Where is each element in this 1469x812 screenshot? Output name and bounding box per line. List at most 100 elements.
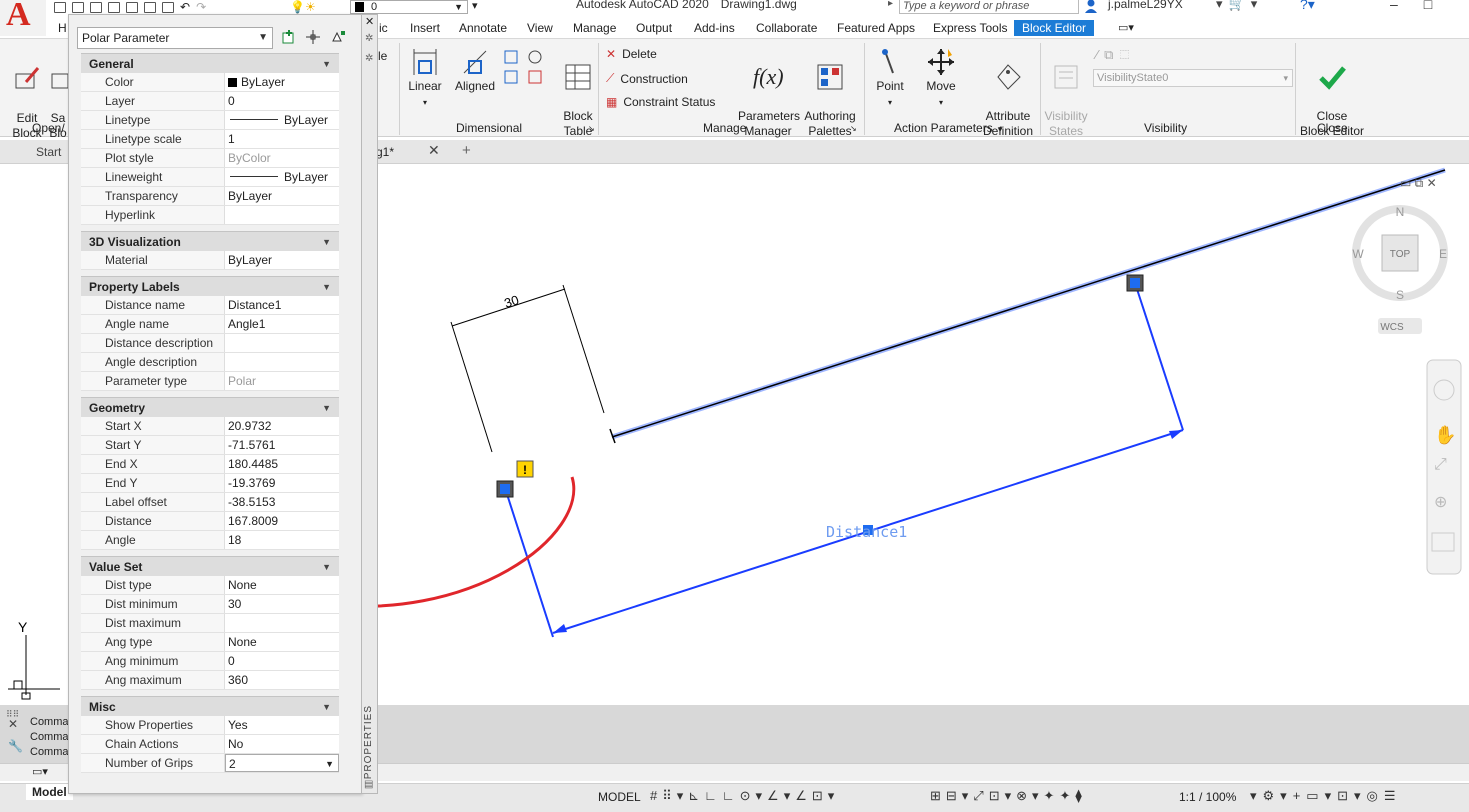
tab-start[interactable]: Start — [36, 145, 61, 159]
collapse-icon[interactable]: ▼ — [322, 232, 331, 252]
visibility-state-dropdown[interactable]: VisibilityState0 ▾ — [1093, 69, 1293, 87]
property-value-dist-type[interactable]: None — [225, 576, 339, 594]
property-row-chain-actions[interactable]: Chain Actions No — [81, 735, 339, 754]
property-value-dist-maximum[interactable] — [225, 614, 339, 632]
new-tab-icon[interactable]: + — [462, 142, 471, 159]
user-account[interactable]: j.palmeL29YX — [1108, 0, 1183, 11]
layer-dropdown[interactable]: 0 ▼ — [350, 0, 468, 14]
tab-express-tools[interactable]: Express Tools — [933, 21, 1007, 35]
property-value-start-y[interactable]: -71.5761 — [225, 436, 339, 454]
move-button[interactable]: Move ▾ — [920, 47, 962, 110]
section-header-geometry[interactable]: Geometry ▼ — [81, 397, 339, 417]
property-row-start-y[interactable]: Start Y -71.5761 — [81, 436, 339, 455]
property-row-ang-type[interactable]: Ang type None — [81, 633, 339, 652]
property-row-end-x[interactable]: End X 180.4485 — [81, 455, 339, 474]
tab-annotate[interactable]: Annotate — [459, 21, 507, 35]
close-command-icon[interactable]: ✕ — [8, 717, 18, 731]
customize-icon[interactable]: 🔧 — [8, 739, 23, 753]
property-value-end-y[interactable]: -19.3769 — [225, 474, 339, 492]
delete-button[interactable]: ✕ Delete — [606, 47, 657, 61]
parameters-manager-button[interactable]: f(x) Parameters Manager — [738, 47, 800, 139]
ribbon-options-icon[interactable]: ▭▾ — [1118, 21, 1134, 34]
section-header-property-labels[interactable]: Property Labels ▼ — [81, 276, 339, 296]
property-value-material[interactable]: ByLayer — [225, 251, 339, 269]
panel-dialog-icon[interactable]: ↘ — [850, 121, 857, 136]
tab-model[interactable]: Model — [26, 784, 73, 800]
search-expand-icon[interactable]: ▸ — [888, 0, 893, 9]
property-value-ang-type[interactable]: None — [225, 633, 339, 651]
select-objects-icon[interactable] — [305, 29, 321, 45]
property-row-ang-minimum[interactable]: Ang minimum 0 — [81, 652, 339, 671]
property-row-distance-name[interactable]: Distance name Distance1 — [81, 296, 339, 315]
property-value-parameter-type[interactable]: Polar — [225, 372, 339, 390]
collapse-icon[interactable]: ▼ — [322, 398, 331, 418]
property-row-linetype[interactable]: Linetype ByLayer — [81, 111, 339, 130]
property-row-distance-description[interactable]: Distance description — [81, 334, 339, 353]
property-value-distance[interactable]: 167.8009 — [225, 512, 339, 530]
pan-icon[interactable]: ✋ — [1434, 424, 1456, 446]
plot-icon[interactable] — [162, 1, 174, 13]
property-value-linetype-scale[interactable]: 1 — [225, 130, 339, 148]
property-row-plot-style[interactable]: Plot style ByColor — [81, 149, 339, 168]
toggle-pickadd-icon[interactable] — [281, 29, 297, 45]
dimensional-small-tools[interactable] — [503, 47, 543, 97]
new-icon[interactable] — [54, 1, 66, 13]
save-web-icon[interactable] — [144, 1, 156, 13]
section-header-misc[interactable]: Misc ▼ — [81, 696, 339, 716]
zoom-icon[interactable]: ⤢ — [1434, 454, 1447, 473]
tab-output[interactable]: Output — [636, 21, 672, 35]
linear-button[interactable]: Linear ▾ — [406, 47, 444, 110]
compass-n[interactable]: N — [1396, 205, 1405, 219]
palette-properties-icon[interactable]: ✲ — [365, 53, 373, 64]
cart-icon[interactable]: ▾🛒▾ — [1216, 0, 1263, 12]
property-value-show-properties[interactable]: Yes — [225, 716, 339, 734]
property-row-start-x[interactable]: Start X 20.9732 — [81, 417, 339, 436]
close-tab-icon[interactable]: ✕ — [428, 142, 440, 159]
compass-s[interactable]: S — [1396, 288, 1404, 302]
property-row-parameter-type[interactable]: Parameter type Polar — [81, 372, 339, 391]
block-table-button[interactable]: Block Table — [558, 47, 598, 139]
collapse-icon[interactable]: ▼ — [322, 54, 331, 74]
aligned-button[interactable]: Aligned — [452, 47, 498, 94]
property-row-color[interactable]: Color ByLayer — [81, 73, 339, 92]
collapse-icon[interactable]: ▼ — [322, 697, 331, 717]
constraint-status-button[interactable]: ▦ Constraint Status — [606, 95, 715, 109]
status-toggles-mid[interactable]: ⊞⊟▾⤢⊡▾⊗▾✦✦⧫ — [930, 788, 1087, 804]
property-row-distance[interactable]: Distance 167.8009 — [81, 512, 339, 531]
property-value-lineweight[interactable]: ByLayer — [225, 168, 339, 186]
save-icon[interactable] — [90, 1, 102, 13]
tab-parametric[interactable]: ic — [379, 21, 388, 35]
application-menu-button[interactable]: A — [0, 0, 46, 36]
property-row-lineweight[interactable]: Lineweight ByLayer — [81, 168, 339, 187]
layer-state-icon[interactable]: 💡☀ — [290, 0, 316, 14]
tab-add-ins[interactable]: Add-ins — [694, 21, 735, 35]
property-value-angle-name[interactable]: Angle1 — [225, 315, 339, 333]
object-type-dropdown[interactable]: Polar Parameter ▼ — [77, 27, 273, 49]
autohide-icon[interactable]: ✲ — [365, 33, 373, 44]
collapse-icon[interactable]: ▼ — [322, 277, 331, 297]
property-value-label-offset[interactable]: -38.5153 — [225, 493, 339, 511]
tab-drawing[interactable]: g1* — [376, 145, 394, 159]
section-header-value-set[interactable]: Value Set ▼ — [81, 556, 339, 576]
property-row-dist-type[interactable]: Dist type None — [81, 576, 339, 595]
viewport-controls-icon[interactable]: ▭ ⧉ ✕ — [1400, 176, 1437, 190]
property-value-hyperlink[interactable] — [225, 206, 339, 224]
property-row-angle-description[interactable]: Angle description — [81, 353, 339, 372]
point-button[interactable]: Point ▾ — [872, 47, 908, 110]
property-row-dist-maximum[interactable]: Dist maximum — [81, 614, 339, 633]
visibility-tools-icons[interactable]: ⁄⧉⬚ — [1096, 47, 1135, 63]
property-row-hyperlink[interactable]: Hyperlink — [81, 206, 339, 225]
open-web-icon[interactable] — [126, 1, 138, 13]
property-value-angle-description[interactable] — [225, 353, 339, 371]
property-value-linetype[interactable]: ByLayer — [225, 111, 339, 129]
property-value-transparency[interactable]: ByLayer — [225, 187, 339, 205]
property-row-number-of-grips[interactable]: Number of Grips 2 ▼ — [81, 754, 339, 773]
property-row-transparency[interactable]: Transparency ByLayer — [81, 187, 339, 206]
property-row-show-properties[interactable]: Show Properties Yes — [81, 716, 339, 735]
redo-icon[interactable]: ↷ — [196, 0, 206, 14]
orbit-icon[interactable]: ⊕ — [1434, 492, 1447, 511]
property-row-layer[interactable]: Layer 0 — [81, 92, 339, 111]
save-as-icon[interactable] — [108, 1, 120, 13]
palette-menu-icon[interactable]: ▤ — [364, 779, 373, 790]
property-value-end-x[interactable]: 180.4485 — [225, 455, 339, 473]
